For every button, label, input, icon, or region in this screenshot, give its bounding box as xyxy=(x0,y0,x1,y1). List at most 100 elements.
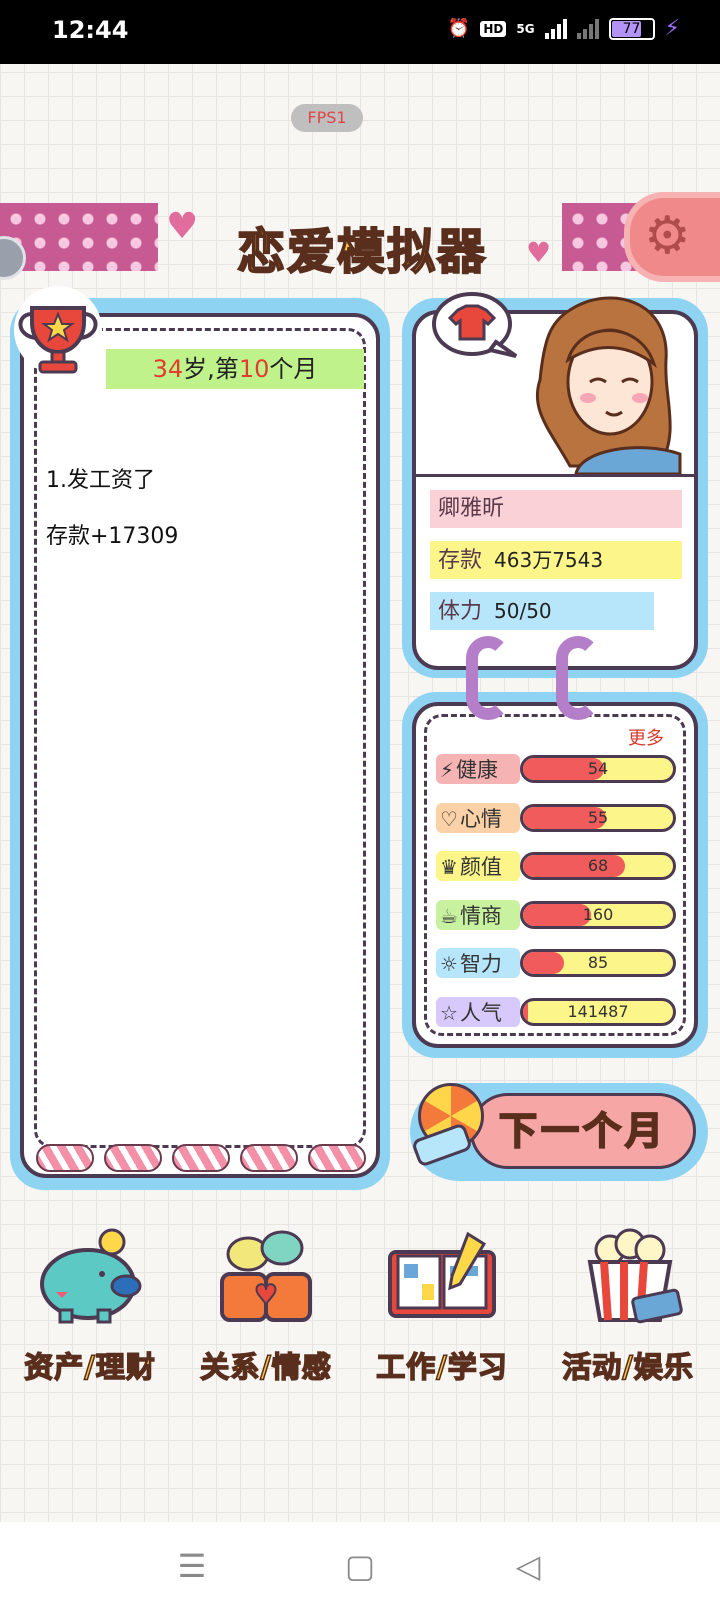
event-title: 1.发工资了 xyxy=(46,468,155,493)
stat-label: ☆人气 xyxy=(436,996,520,1027)
crown-icon: ♛ xyxy=(440,855,458,879)
game-title: 恋爱模拟器 xyxy=(236,223,487,281)
network-type-label: 5G xyxy=(516,21,535,36)
coffee-cup-icon: ☕ xyxy=(440,903,458,928)
stat-value: 141487 xyxy=(567,1001,629,1021)
menu-label: 资产/理财 xyxy=(23,1349,156,1385)
battery-level: 77 xyxy=(622,20,641,37)
savings-value: 463万7543 xyxy=(494,548,604,572)
home-button[interactable]: ▢ xyxy=(338,1544,382,1588)
savings-row: 存款 463万7543 xyxy=(430,541,682,579)
stat-bar: 54 xyxy=(520,755,676,783)
character-portrait xyxy=(510,290,686,476)
age-number: 34 xyxy=(152,355,184,383)
heart-outline-icon: ♡ xyxy=(440,806,458,831)
stat-row: ☼智力 85 xyxy=(436,946,678,980)
stat-name: 情商 xyxy=(459,903,502,928)
stat-label: ⚡健康 xyxy=(436,754,520,784)
battery-icon: 77 xyxy=(608,17,655,40)
candy-icon xyxy=(36,1144,94,1172)
status-icons: ⏰ HD 5G 77 ⚡ xyxy=(448,16,680,41)
stat-value: 85 xyxy=(587,953,609,972)
menu-assets-finance[interactable]: 资产/理财 xyxy=(10,1228,170,1385)
profile-divider xyxy=(412,474,698,477)
stat-bar: 141487 xyxy=(520,997,676,1026)
status-bar: 12:44 ⏰ HD 5G 77 ⚡ xyxy=(0,0,720,64)
heart-icon: ♥ xyxy=(166,206,199,247)
heart-icon: ♥ xyxy=(526,236,552,269)
signal-secondary-icon xyxy=(576,18,599,39)
age-suffix: 岁,第 xyxy=(183,355,239,383)
stat-bar: 85 xyxy=(520,949,676,977)
candy-icon xyxy=(308,1144,366,1172)
stat-bar: 68 xyxy=(520,852,676,880)
menu-activities[interactable]: 活动/娱乐 xyxy=(548,1228,708,1385)
savings-label: 存款 xyxy=(438,548,483,573)
character-name: 卿雅昕 xyxy=(430,490,682,528)
candy-icon xyxy=(104,1144,162,1172)
stat-bar: 160 xyxy=(520,900,676,929)
stat-name: 颜值 xyxy=(459,855,502,879)
stat-label: ♡心情 xyxy=(436,802,520,833)
fps-counter: FPS1 xyxy=(291,104,363,132)
menu-label: 工作/学习 xyxy=(375,1349,508,1385)
candy-decoration xyxy=(36,1144,366,1172)
star-icon: ☆ xyxy=(440,1000,458,1025)
open-book-icon xyxy=(384,1228,500,1324)
recent-apps-button[interactable]: ☰ xyxy=(170,1544,214,1588)
status-time: 12:44 xyxy=(52,16,129,44)
stat-row: ⚡健康 54 xyxy=(436,752,678,786)
more-stats-link[interactable]: 更多 xyxy=(628,724,664,750)
event-log-border xyxy=(34,328,366,1148)
next-month-label: 下一个月 xyxy=(470,1093,696,1169)
candy-icon xyxy=(172,1144,230,1172)
lightbulb-icon: ☼ xyxy=(440,952,458,976)
shirt-bubble-icon xyxy=(432,292,518,358)
stat-name: 人气 xyxy=(459,1000,502,1025)
stat-value: 160 xyxy=(582,904,614,924)
event-detail: 存款+17309 xyxy=(46,524,179,549)
stat-label: ♛颜值 xyxy=(436,851,520,881)
menu-label: 关系/情感 xyxy=(199,1349,332,1385)
stat-value: 55 xyxy=(587,807,609,827)
back-button[interactable]: ◁ xyxy=(506,1544,550,1588)
age-indicator: 34岁,第10个月 xyxy=(106,349,364,389)
gear-icon: ⚙ xyxy=(644,206,691,266)
stat-label: ☼智力 xyxy=(436,948,520,978)
popcorn-icon xyxy=(570,1228,686,1324)
piggy-bank-icon xyxy=(32,1228,148,1324)
stat-row: ♡心情 55 xyxy=(436,801,678,835)
menu-work-study[interactable]: 工作/学习 xyxy=(362,1228,522,1385)
stat-label: ☕情商 xyxy=(436,899,520,930)
binder-ring-icon xyxy=(466,636,510,720)
stat-bar: 55 xyxy=(520,803,676,832)
stat-name: 健康 xyxy=(456,758,499,782)
candy-icon xyxy=(240,1144,298,1172)
menu-label: 活动/娱乐 xyxy=(561,1349,694,1385)
signal-icon xyxy=(544,18,567,39)
stamina-value: 50/50 xyxy=(494,599,552,623)
stat-row: ♛颜值 68 xyxy=(436,849,678,883)
hd-icon: HD xyxy=(480,20,507,37)
lightning-icon: ⚡ xyxy=(440,758,455,782)
binder-ring-icon xyxy=(556,636,600,720)
stamina-label: 体力 xyxy=(438,599,483,624)
stat-row: ☕情商 160 xyxy=(436,898,678,932)
stat-value: 54 xyxy=(587,759,609,778)
month-number: 10 xyxy=(238,355,270,383)
couple-cups-icon xyxy=(208,1228,324,1324)
stamina-row: 体力 50/50 xyxy=(430,592,654,630)
stat-name: 智力 xyxy=(459,952,502,976)
stat-name: 心情 xyxy=(459,806,502,831)
system-navigation-bar: ☰ ▢ ◁ xyxy=(0,1522,720,1610)
month-suffix: 个月 xyxy=(269,355,318,383)
trophy-icon xyxy=(8,284,108,384)
charging-icon: ⚡ xyxy=(664,16,680,41)
alarm-icon: ⏰ xyxy=(447,18,471,39)
menu-relationships[interactable]: 关系/情感 xyxy=(186,1228,346,1385)
stat-row: ☆人气 141487 xyxy=(436,995,678,1029)
stat-value: 68 xyxy=(587,856,609,875)
outfit-button[interactable] xyxy=(430,290,522,362)
settings-button[interactable]: ⚙ xyxy=(624,192,720,282)
next-month-button[interactable]: 下一个月 xyxy=(410,1083,708,1181)
